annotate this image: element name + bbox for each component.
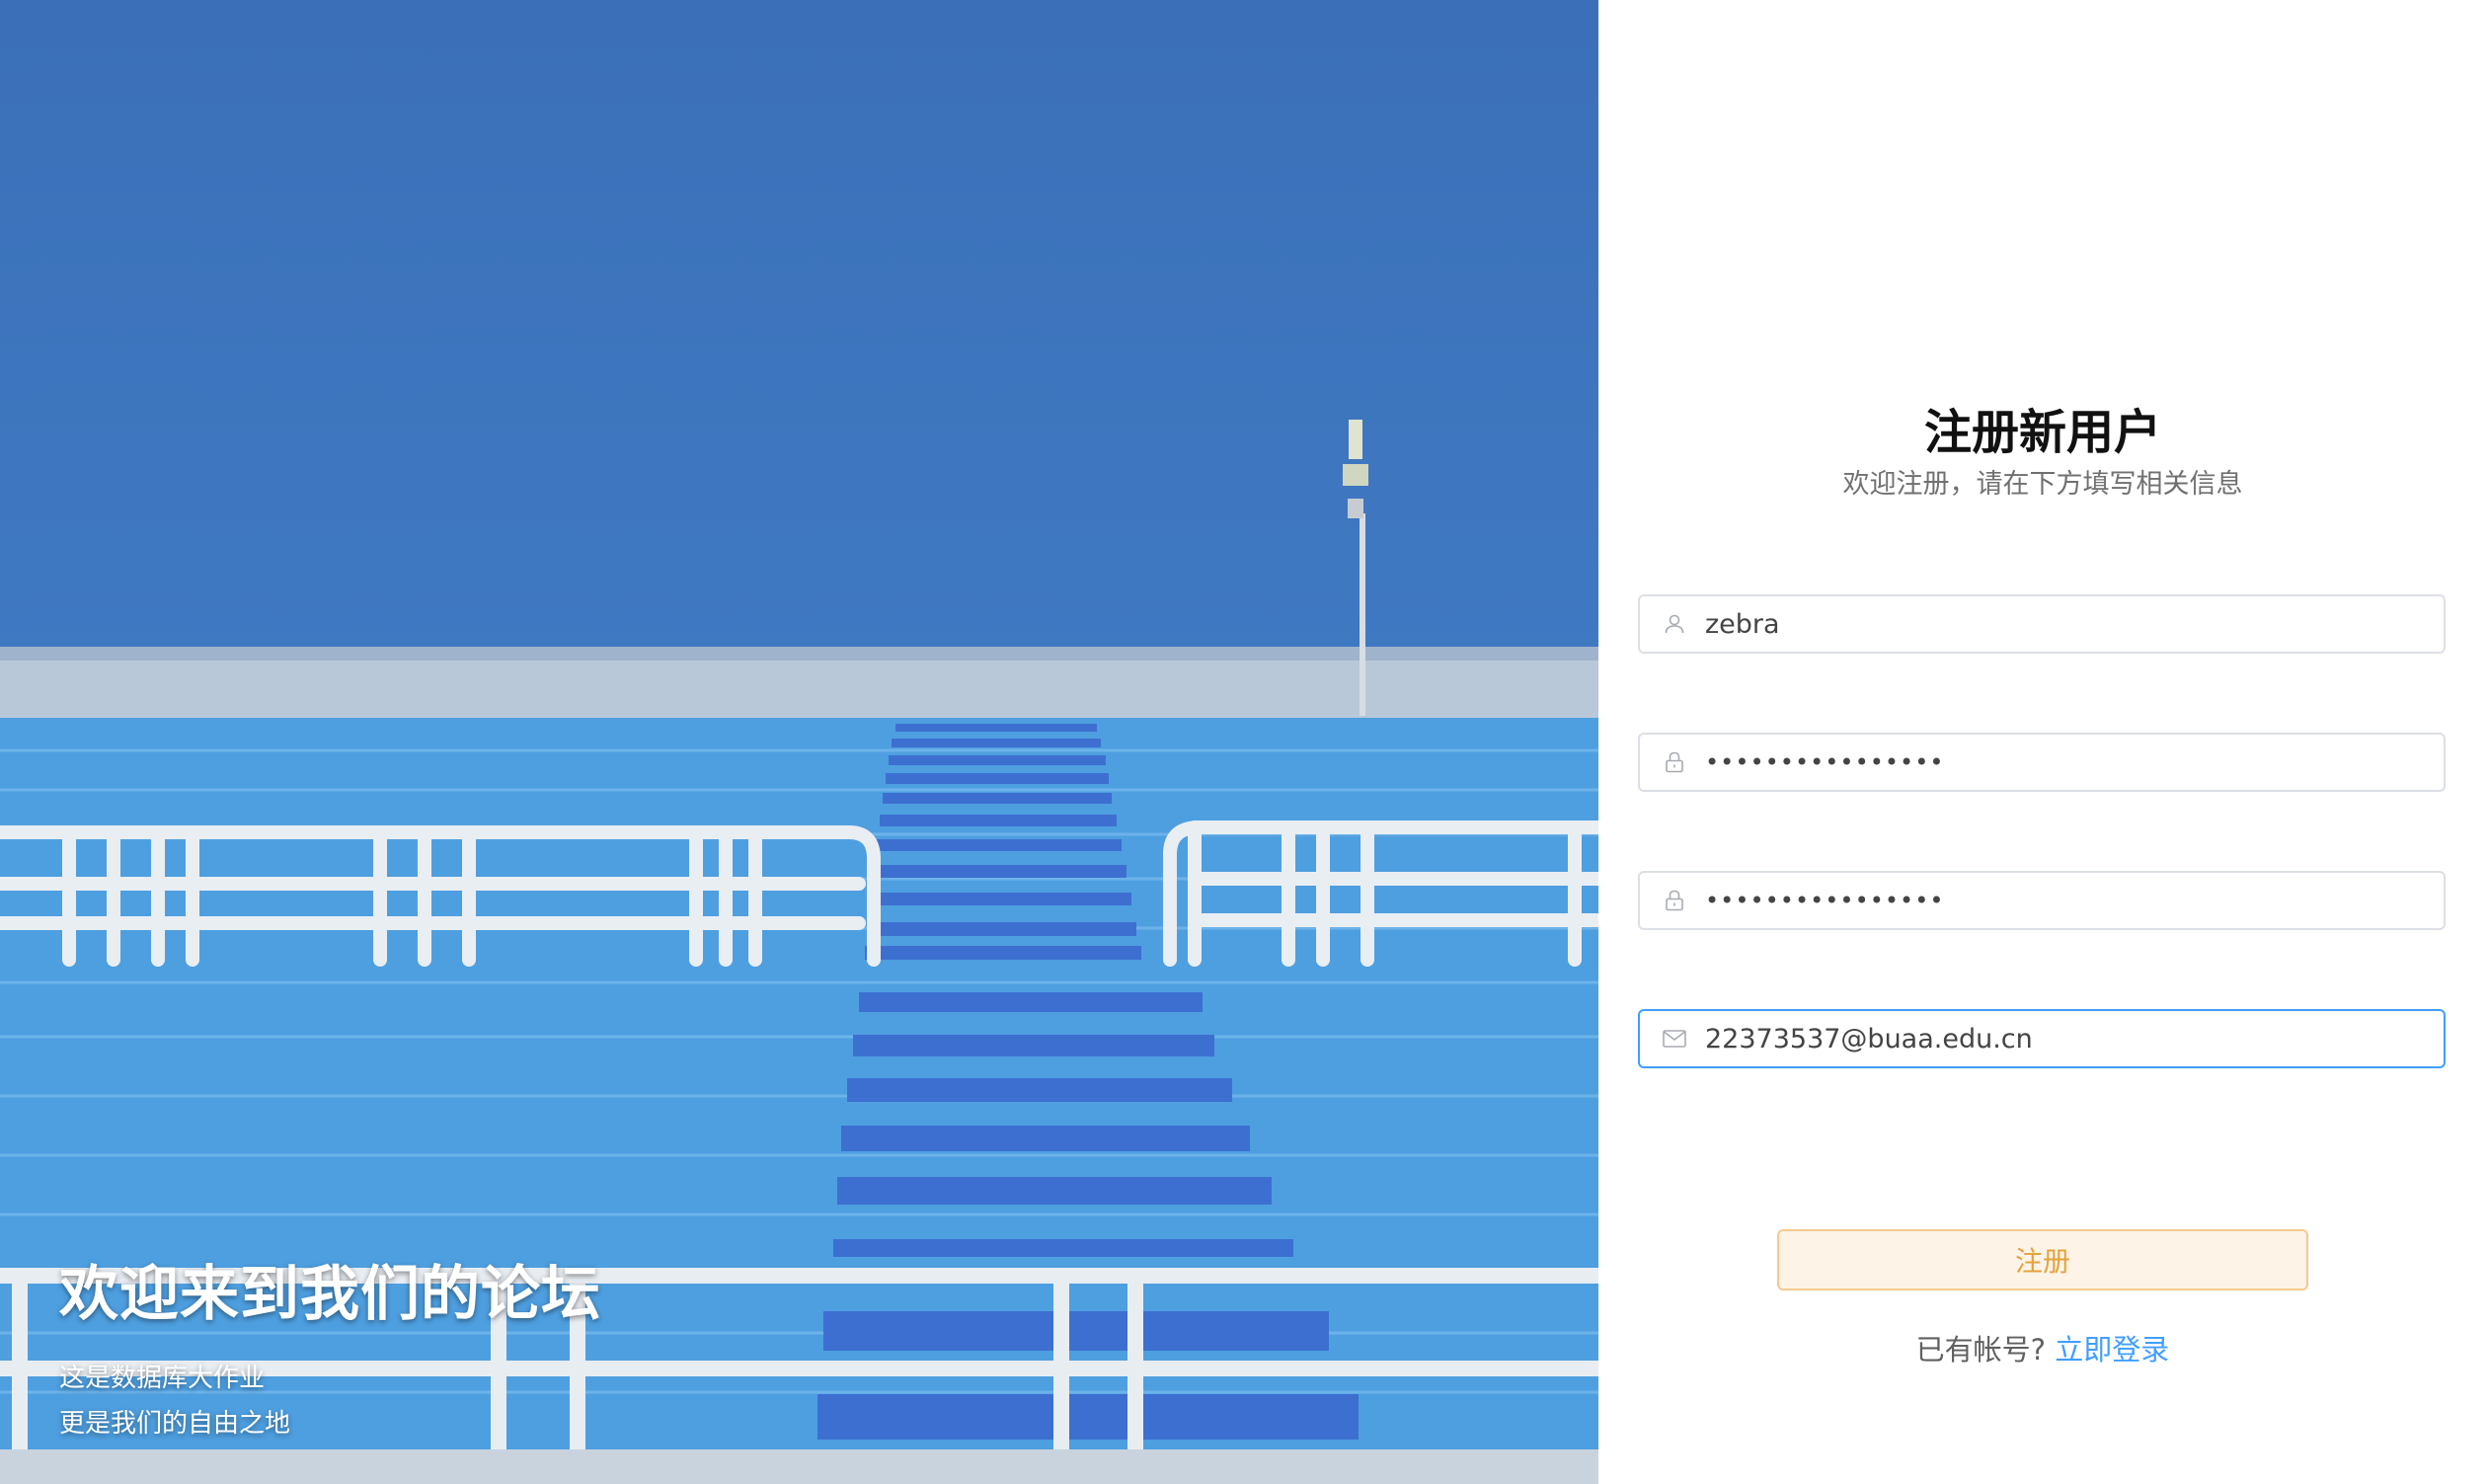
- form-subtitle: 欢迎注册，请在下方填写相关信息: [1842, 469, 2243, 500]
- register-button[interactable]: 注册: [1777, 1229, 2308, 1290]
- password-field[interactable]: [1638, 733, 2446, 792]
- username-field[interactable]: [1638, 594, 2446, 654]
- hero-panel: 欢迎来到我们的论坛 这是数据库大作业 更是我们的自由之地: [0, 0, 1598, 1484]
- username-input[interactable]: [1705, 596, 2444, 652]
- email-field[interactable]: [1638, 1009, 2446, 1068]
- login-prompt-row: 已有帐号? 立即登录: [1598, 1327, 2487, 1368]
- form-title: 注册新用户: [1923, 405, 2161, 460]
- user-icon: [1662, 611, 1687, 637]
- lock-icon: [1662, 888, 1687, 913]
- password-input[interactable]: [1705, 735, 2444, 790]
- lock-icon: [1662, 749, 1687, 775]
- login-link[interactable]: 立即登录: [2055, 1333, 2169, 1367]
- confirm-password-input[interactable]: [1705, 873, 2444, 928]
- has-account-prompt: 已有帐号?: [1915, 1333, 2047, 1367]
- register-form-panel: 注册新用户 欢迎注册，请在下方填写相关信息 zebra ••••••••••••…: [1598, 0, 2487, 1484]
- email-input[interactable]: [1705, 1011, 2444, 1066]
- confirm-password-field[interactable]: [1638, 871, 2446, 930]
- mail-icon: [1662, 1026, 1687, 1052]
- hero-title: 欢迎来到我们的论坛: [59, 1260, 601, 1329]
- hero-text: 欢迎来到我们的论坛 这是数据库大作业 更是我们的自由之地: [59, 1246, 601, 1446]
- hero-line-2: 更是我们的自由之地: [59, 1409, 291, 1439]
- hero-line-1: 这是数据库大作业: [59, 1364, 266, 1393]
- register-page: 欢迎来到我们的论坛 这是数据库大作业 更是我们的自由之地 注册新用户 欢迎注册，…: [0, 0, 2487, 1484]
